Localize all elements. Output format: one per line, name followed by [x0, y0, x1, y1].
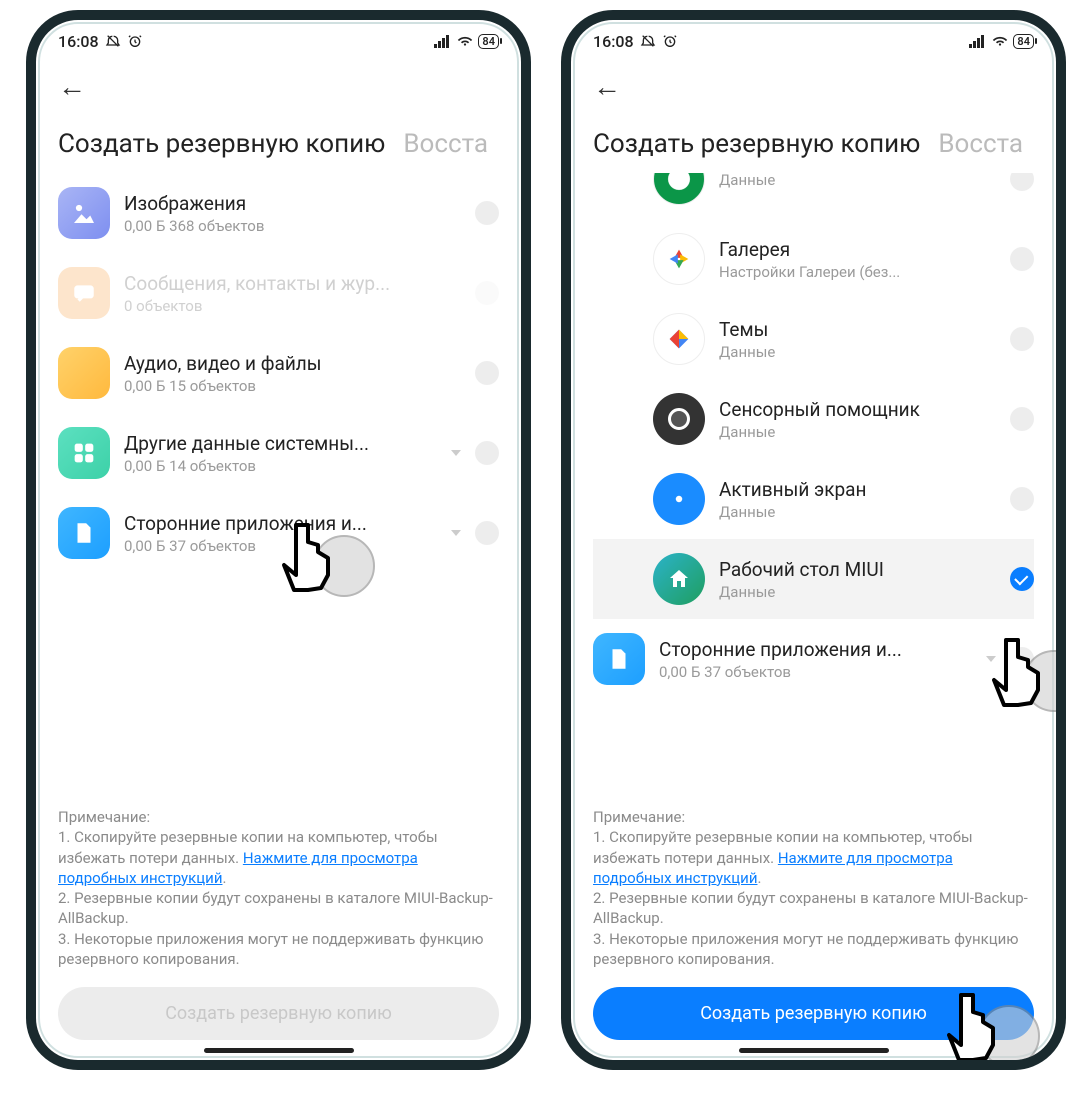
row-title: Изображения	[124, 192, 461, 215]
tab-backup[interactable]: Создать резервную копию	[58, 129, 385, 159]
row-title: Активный экран	[719, 478, 996, 501]
alarm-icon	[127, 33, 143, 49]
images-icon	[58, 187, 110, 239]
back-button[interactable]: ←	[593, 56, 1034, 109]
row-title: Сообщения, контакты и жур...	[124, 272, 461, 295]
checkbox[interactable]	[475, 361, 499, 385]
home-indicator[interactable]	[739, 1048, 889, 1053]
status-time: 16:08	[593, 32, 634, 51]
mute-icon	[105, 33, 121, 49]
checkbox[interactable]	[1010, 407, 1034, 431]
row-sub: Данные	[719, 503, 996, 521]
desktop-icon	[653, 553, 705, 605]
create-backup-button[interactable]: Создать резервную копию	[593, 987, 1034, 1040]
back-button[interactable]: ←	[58, 56, 499, 109]
checkbox[interactable]	[475, 441, 499, 465]
row-messages: Сообщения, контакты и жур... 0 объектов	[58, 253, 499, 333]
row-title: Аудио, видео и файлы	[124, 352, 461, 375]
checkbox[interactable]	[1010, 487, 1034, 511]
row-images[interactable]: Изображения 0,00 Б 368 объектов	[58, 173, 499, 253]
row-sub: 0,00 Б 368 объектов	[124, 217, 461, 235]
checkbox	[475, 281, 499, 305]
checkbox[interactable]	[1010, 647, 1034, 671]
row-audio[interactable]: Аудио, видео и файлы 0,00 Б 15 объектов	[58, 333, 499, 413]
third-party-icon	[58, 507, 110, 559]
tab-restore[interactable]: Восста	[938, 129, 1023, 159]
tab-backup[interactable]: Создать резервную копию	[593, 129, 920, 159]
row-system-data[interactable]: Другие данные системны... 0,00 Б 14 объе…	[58, 413, 499, 493]
row-third-party[interactable]: Сторонние приложения и... 0,00 Б 37 объе…	[58, 493, 499, 573]
status-time: 16:08	[58, 32, 99, 51]
status-bar: 16:08 84	[593, 20, 1034, 56]
active-screen-icon	[653, 473, 705, 525]
row-sub: Настройки Галереи (без...	[719, 263, 996, 281]
home-indicator[interactable]	[204, 1048, 354, 1053]
row-active-screen[interactable]: Активный экран Данные	[593, 459, 1034, 539]
row-sub: Данные	[719, 343, 996, 361]
themes-icon	[653, 313, 705, 365]
row-gallery[interactable]: Галерея Настройки Галереи (без...	[593, 219, 1034, 299]
battery-icon: 84	[478, 34, 499, 49]
row-title: Другие данные системны...	[124, 432, 431, 455]
status-bar: 16:08 84	[58, 20, 499, 56]
chevron-down-icon	[986, 656, 996, 662]
row-sub: 0,00 Б 14 объектов	[124, 457, 431, 475]
checkbox-checked[interactable]	[1010, 567, 1034, 591]
system-icon	[58, 427, 110, 479]
row-title: Сторонние приложения и...	[659, 638, 966, 661]
row-sub: Данные	[719, 423, 996, 441]
app-list[interactable]: Данные Галерея Настройки Галереи (без...	[593, 173, 1034, 801]
row-title: Сторонние приложения и...	[124, 512, 431, 535]
audio-icon	[58, 347, 110, 399]
alarm-icon	[662, 33, 678, 49]
row-sub: 0,00 Б 15 объектов	[124, 377, 461, 395]
phone-left: 16:08 84	[26, 10, 531, 1070]
row-title: Галерея	[719, 238, 996, 261]
app-icon	[653, 173, 705, 205]
row-themes[interactable]: Темы Данные	[593, 299, 1034, 379]
row-title: Сенсорный помощник	[719, 398, 996, 421]
row-miui-desktop[interactable]: Рабочий стол MIUI Данные	[593, 539, 1034, 619]
signal-icon	[969, 34, 987, 48]
mute-icon	[640, 33, 656, 49]
category-list[interactable]: Изображения 0,00 Б 368 объектов Сообщени…	[58, 173, 499, 801]
checkbox[interactable]	[475, 521, 499, 545]
tabs: Создать резервную копию Восста	[593, 109, 1034, 173]
tabs: Создать резервную копию Восста	[58, 109, 499, 173]
gallery-icon	[653, 233, 705, 285]
checkbox[interactable]	[1010, 173, 1034, 191]
chevron-down-icon	[451, 530, 461, 536]
tab-restore[interactable]: Восста	[403, 129, 488, 159]
back-arrow-icon: ←	[593, 70, 621, 103]
back-arrow-icon: ←	[58, 70, 86, 103]
create-backup-button: Создать резервную копию	[58, 987, 499, 1040]
wifi-icon	[456, 34, 474, 48]
signal-icon	[434, 34, 452, 48]
notes-block: Примечание: 1. Скопируйте резервные копи…	[58, 801, 499, 983]
row-title: Рабочий стол MIUI	[719, 558, 996, 581]
row-sub: 0,00 Б 37 объектов	[124, 537, 431, 555]
row-sensor[interactable]: Сенсорный помощник Данные	[593, 379, 1034, 459]
sensor-icon	[653, 393, 705, 445]
checkbox[interactable]	[1010, 327, 1034, 351]
checkbox[interactable]	[1010, 247, 1034, 271]
phone-right: 16:08 84	[561, 10, 1066, 1070]
third-party-icon	[593, 633, 645, 685]
wifi-icon	[991, 34, 1009, 48]
row-sub: 0,00 Б 37 объектов	[659, 663, 966, 681]
row-sub: Данные	[719, 583, 996, 601]
chevron-down-icon	[451, 450, 461, 456]
notes-block: Примечание: 1. Скопируйте резервные копи…	[593, 801, 1034, 983]
checkbox[interactable]	[475, 201, 499, 225]
row-third-party-apps[interactable]: Сторонние приложения и... 0,00 Б 37 объе…	[593, 619, 1034, 699]
row-sub: Данные	[719, 173, 996, 189]
messages-icon	[58, 267, 110, 319]
battery-icon: 84	[1013, 34, 1034, 49]
row-partial[interactable]: Данные	[593, 173, 1034, 219]
row-sub: 0 объектов	[124, 297, 461, 315]
row-title: Темы	[719, 318, 996, 341]
